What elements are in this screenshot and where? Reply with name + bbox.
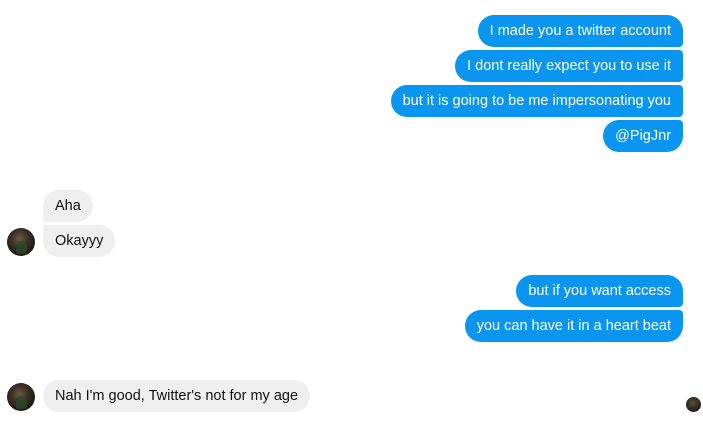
outgoing-message[interactable]: but if you want access bbox=[516, 275, 683, 307]
outgoing-message[interactable]: you can have it in a heart beat bbox=[464, 310, 683, 342]
outgoing-message[interactable]: I dont really expect you to use it bbox=[455, 50, 683, 82]
incoming-message[interactable]: Nah I'm good, Twitter's not for my age bbox=[43, 380, 311, 412]
outgoing-message[interactable]: I made you a twitter account bbox=[477, 15, 683, 47]
incoming-message[interactable]: Aha bbox=[43, 190, 93, 222]
contact-avatar[interactable] bbox=[7, 228, 35, 256]
contact-avatar[interactable] bbox=[7, 383, 35, 411]
incoming-message[interactable]: Okayyy bbox=[43, 225, 116, 257]
outgoing-message[interactable]: but it is going to be me impersonating y… bbox=[390, 85, 683, 117]
seen-indicator-avatar bbox=[686, 397, 701, 412]
message-thread: I made you a twitter account I dont real… bbox=[0, 0, 703, 431]
outgoing-message[interactable]: @PigJnr bbox=[603, 120, 683, 152]
